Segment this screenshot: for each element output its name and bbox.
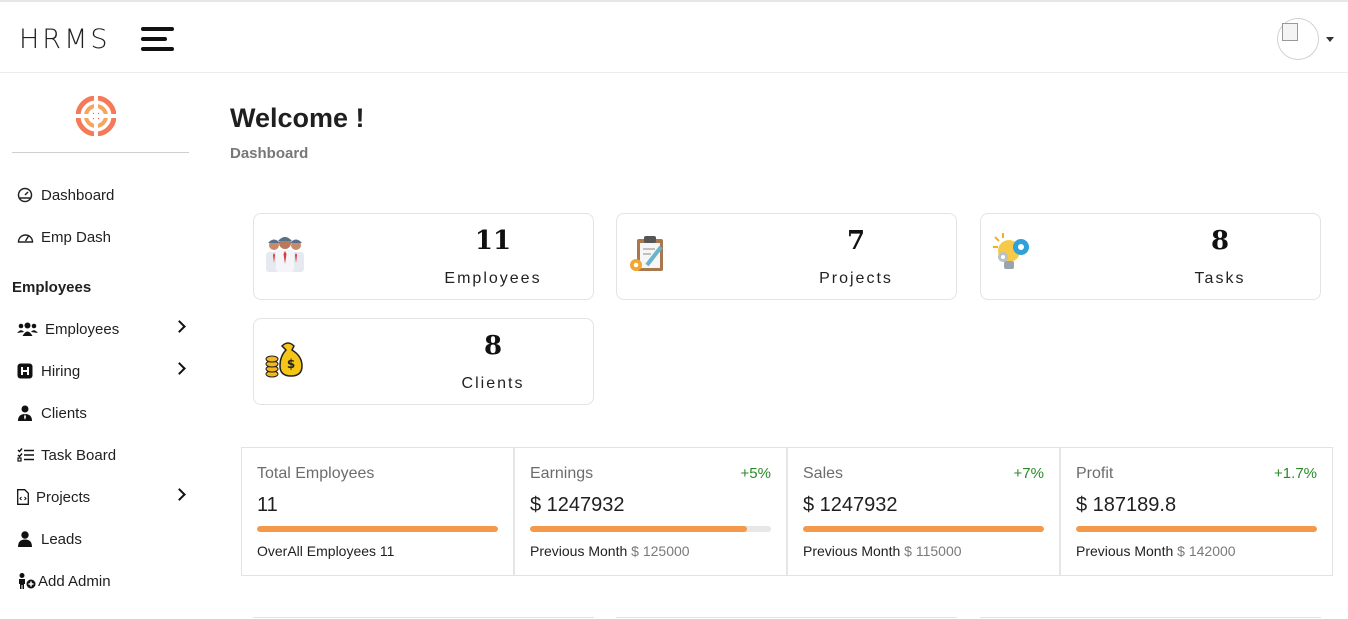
target-logo-icon[interactable]	[76, 96, 116, 136]
svg-text:$: $	[287, 357, 295, 371]
metric-value: $ 1247932	[530, 494, 625, 516]
sidebar-item-label: Clients	[41, 404, 87, 422]
metric-footer-value: $ 115000	[904, 543, 962, 559]
metric-footer-value: $ 125000	[631, 543, 690, 559]
caret-down-icon[interactable]	[1326, 36, 1334, 42]
top-navbar: HRMS	[0, 0, 1348, 73]
sidebar-item-dashboard[interactable]: Dashboard	[16, 182, 188, 208]
progress-fill	[1076, 526, 1317, 532]
users-icon	[16, 320, 38, 338]
sidebar-item-label: Add Admin	[38, 572, 111, 590]
metric-footer-label: OverAll Employees 11	[257, 543, 395, 559]
metric-footer-label: Previous Month	[530, 543, 628, 559]
sidebar-item-label: Dashboard	[41, 186, 115, 204]
metric-change: +5%	[740, 465, 771, 482]
team-icon	[266, 237, 304, 272]
progress-bar	[257, 526, 498, 532]
metric-total-employees: Total Employees 11 OverAll Employees 11	[242, 448, 515, 575]
metric-title: Earnings	[530, 465, 594, 482]
stat-value: 11	[474, 226, 512, 256]
metric-footer: OverAll Employees 11	[257, 543, 394, 559]
progress-fill	[803, 526, 1044, 532]
metric-footer: Previous Month $ 142000	[1076, 543, 1236, 559]
gauge-icon	[16, 186, 34, 204]
metric-value: 11	[257, 494, 278, 516]
progress-fill	[257, 526, 498, 532]
sidebar-item-hiring[interactable]: Hiring	[16, 358, 188, 384]
lightbulb-gear-icon	[993, 233, 1029, 269]
breadcrumb: Dashboard	[230, 145, 309, 162]
metrics-panel: Total Employees 11 OverAll Employees 11 …	[241, 447, 1333, 576]
clipboard-icon	[630, 236, 663, 271]
sidebar-item-emp-dash[interactable]: Emp Dash	[16, 224, 188, 250]
list-check-icon	[16, 446, 34, 464]
sidebar-divider	[12, 152, 189, 153]
stat-label: Employees	[444, 270, 542, 287]
chevron-right-icon[interactable]	[173, 320, 186, 333]
user-menu[interactable]	[1278, 19, 1334, 59]
metric-title: Sales	[803, 465, 844, 482]
page-title: Welcome !	[230, 103, 365, 133]
progress-bar	[530, 526, 771, 532]
metric-profit: Profit +1.7% $ 187189.8 Previous Month $…	[1061, 448, 1332, 575]
chevron-right-icon[interactable]	[173, 362, 186, 375]
user-icon	[16, 530, 34, 548]
metric-title: Profit	[1076, 465, 1114, 482]
metric-footer: Previous Month $ 125000	[530, 543, 690, 559]
user-tie-icon	[16, 404, 34, 422]
metric-footer-value: $ 142000	[1177, 543, 1236, 559]
chevron-right-icon[interactable]	[173, 488, 186, 501]
sidebar: Dashboard Emp Dash Employees Employees H…	[0, 73, 200, 619]
sidebar-item-leads[interactable]: Leads	[16, 526, 188, 552]
user-plus-icon	[16, 572, 37, 590]
sidebar-item-task-board[interactable]: Task Board	[16, 442, 188, 468]
stat-value: 8	[1210, 226, 1230, 256]
stat-card-employees[interactable]: 11 Employees	[253, 213, 594, 300]
metric-footer-label: Previous Month	[1076, 543, 1174, 559]
metric-change: +1.7%	[1274, 465, 1317, 482]
metric-sales: Sales +7% $ 1247932 Previous Month $ 115…	[788, 448, 1061, 575]
metric-footer-label: Previous Month	[803, 543, 901, 559]
money-bag-icon: $	[265, 342, 303, 378]
stat-card-clients[interactable]: $ 8 Clients	[253, 318, 594, 405]
sidebar-item-projects[interactable]: Projects	[16, 484, 188, 510]
metric-title: Total Employees	[257, 465, 375, 482]
sidebar-item-label: Hiring	[41, 362, 81, 380]
stat-label: Projects	[819, 270, 893, 287]
avatar[interactable]	[1278, 19, 1318, 59]
sidebar-item-label: Employees	[45, 320, 120, 338]
stat-card-tasks[interactable]: 8 Tasks	[980, 213, 1321, 300]
sidebar-item-label: Projects	[36, 488, 91, 506]
sidebar-item-employees[interactable]: Employees	[16, 316, 188, 342]
sidebar-item-label: Leads	[41, 530, 82, 548]
metric-footer: Previous Month $ 115000	[803, 543, 962, 559]
file-code-icon	[16, 488, 29, 506]
progress-fill	[530, 526, 747, 532]
h-square-icon	[16, 362, 34, 380]
brand-title[interactable]: HRMS	[19, 24, 111, 55]
stat-value: 7	[846, 226, 866, 256]
progress-bar	[803, 526, 1044, 532]
speedometer-icon	[16, 228, 34, 246]
hamburger-icon[interactable]	[141, 27, 174, 53]
stat-label: Tasks	[1194, 270, 1246, 287]
metric-change: +7%	[1013, 465, 1044, 482]
metric-value: $ 1247932	[803, 494, 898, 516]
stat-value: 8	[483, 331, 503, 361]
sidebar-item-clients[interactable]: Clients	[16, 400, 188, 426]
stat-card-projects[interactable]: 7 Projects	[616, 213, 957, 300]
sidebar-section-title: Employees	[12, 279, 92, 296]
sidebar-item-label: Task Board	[41, 446, 117, 464]
sidebar-item-label: Emp Dash	[41, 228, 112, 246]
metric-value: $ 187189.8	[1076, 494, 1177, 516]
metric-earnings: Earnings +5% $ 1247932 Previous Month $ …	[515, 448, 788, 575]
progress-bar	[1076, 526, 1317, 532]
stat-label: Clients	[461, 375, 525, 392]
sidebar-item-add-admin[interactable]: Add Admin	[16, 568, 188, 594]
